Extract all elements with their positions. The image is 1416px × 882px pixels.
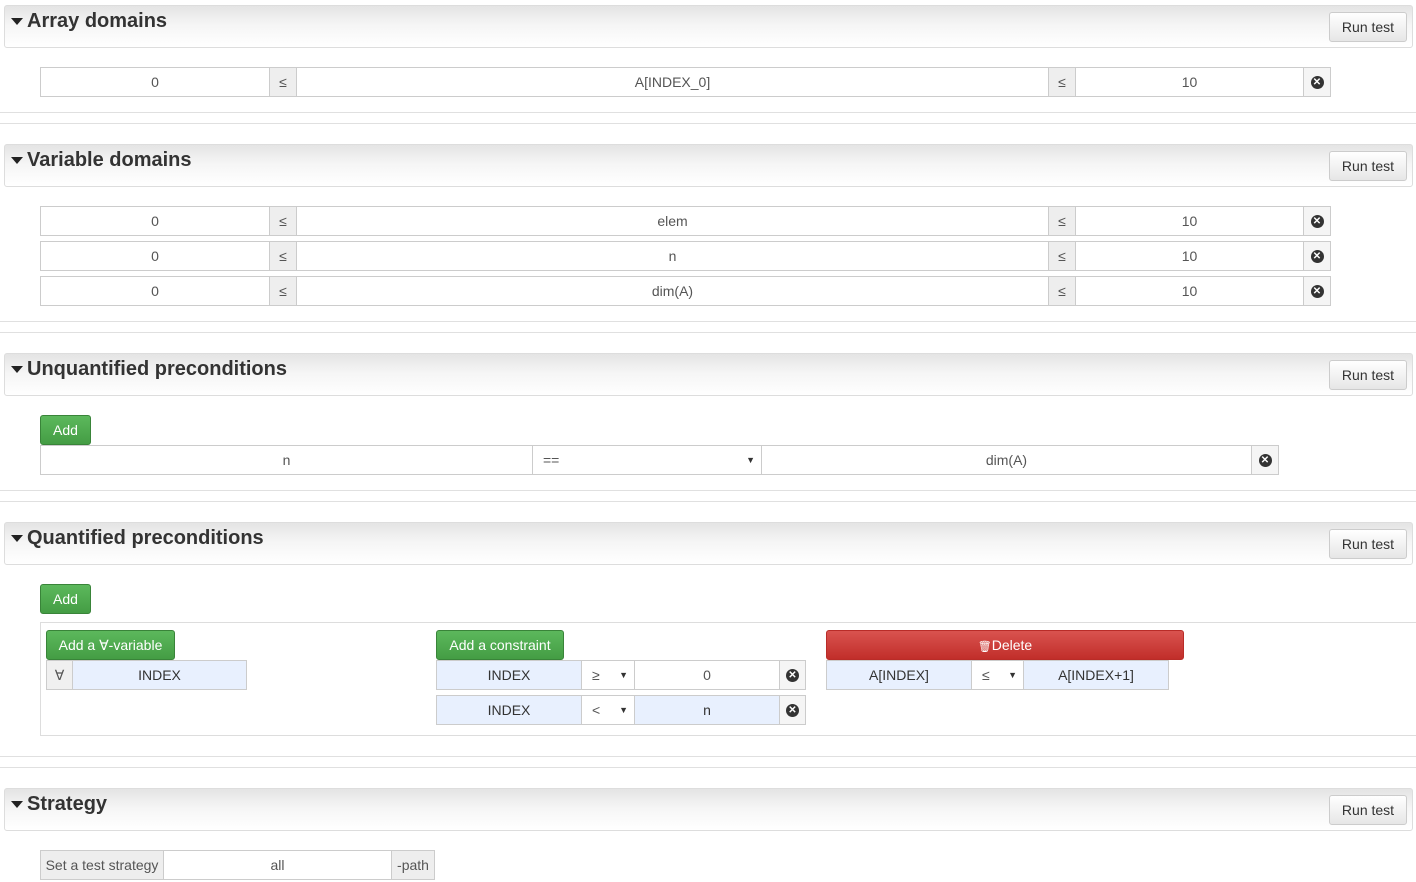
forall-addon: ∀ (46, 660, 73, 690)
remove-circle-icon: ✕ (1258, 453, 1272, 467)
remove-button[interactable]: ✕ (779, 660, 806, 690)
section-header-strategy[interactable]: Strategy Run test (4, 788, 1413, 831)
caret-down-icon[interactable] (11, 157, 23, 164)
add-constraint-button[interactable]: Add a constraint (436, 630, 564, 660)
remove-button[interactable]: ✕ (1251, 445, 1279, 475)
add-button[interactable]: Add (40, 415, 91, 445)
divider (0, 501, 1416, 502)
caret-down-icon[interactable] (11, 535, 23, 542)
expression-input[interactable]: elem (296, 206, 1049, 236)
section-title: Quantified preconditions (27, 527, 264, 549)
upper-bound-input[interactable]: 10 (1075, 241, 1304, 271)
strategy-suffix-addon: -path (391, 850, 435, 880)
divider (0, 123, 1416, 124)
upper-bound-input[interactable]: 10 (1075, 206, 1304, 236)
run-test-button[interactable]: Run test (1329, 529, 1407, 559)
trash-icon: 🗑 (977, 641, 992, 653)
forall-variable-input[interactable]: INDEX (72, 660, 247, 690)
operator-select[interactable]: == ▼ (532, 445, 762, 475)
divider (0, 321, 1416, 322)
body-right-input[interactable]: A[INDEX+1] (1023, 660, 1169, 690)
caret-down-icon[interactable] (11, 801, 23, 808)
leq-addon: ≤ (1048, 206, 1076, 236)
caret-down-icon[interactable] (11, 366, 23, 373)
chevron-down-icon: ▼ (619, 670, 628, 680)
chevron-down-icon: ▼ (1008, 670, 1017, 680)
remove-button[interactable]: ✕ (1303, 206, 1331, 236)
expression-input[interactable]: n (296, 241, 1049, 271)
upper-bound-input[interactable]: 10 (1075, 67, 1304, 97)
section-title: Array domains (27, 10, 168, 32)
expression-input[interactable]: A[INDEX_0] (296, 67, 1049, 97)
operator-value: ≤ (982, 667, 990, 683)
leq-addon: ≤ (269, 276, 297, 306)
constraint-variable-input[interactable]: INDEX (436, 660, 582, 690)
remove-circle-icon: ✕ (1310, 284, 1324, 298)
expression-input[interactable]: dim(A) (296, 276, 1049, 306)
section-title: Unquantified preconditions (27, 358, 287, 380)
strategy-input[interactable]: all (163, 850, 392, 880)
constraint-value-input[interactable]: n (634, 695, 780, 725)
leq-addon: ≤ (269, 241, 297, 271)
upper-bound-input[interactable]: 10 (1075, 276, 1304, 306)
leq-addon: ≤ (1048, 241, 1076, 271)
section-header-array-domains[interactable]: Array domains Run test (4, 5, 1413, 48)
body-left-input[interactable]: A[INDEX] (826, 660, 972, 690)
section-title: Variable domains (27, 149, 192, 171)
chevron-down-icon: ▼ (619, 705, 628, 715)
run-test-button[interactable]: Run test (1329, 360, 1407, 390)
add-button[interactable]: Add (40, 584, 91, 614)
right-expression-input[interactable]: dim(A) (761, 445, 1252, 475)
delete-button[interactable]: 🗑Delete (826, 630, 1184, 660)
leq-addon: ≤ (269, 206, 297, 236)
divider (0, 332, 1416, 333)
constraint-value-input[interactable]: 0 (634, 660, 780, 690)
lower-bound-input[interactable]: 0 (40, 276, 270, 306)
remove-button[interactable]: ✕ (1303, 67, 1331, 97)
leq-addon: ≤ (1048, 67, 1076, 97)
constraint-operator-select[interactable]: < ▼ (581, 695, 635, 725)
run-test-button[interactable]: Run test (1329, 151, 1407, 181)
remove-circle-icon: ✕ (1310, 249, 1324, 263)
divider (0, 490, 1416, 491)
lower-bound-input[interactable]: 0 (40, 206, 270, 236)
constraint-variable-input[interactable]: INDEX (436, 695, 582, 725)
strategy-label-addon: Set a test strategy (40, 850, 164, 880)
operator-value: ≥ (592, 667, 600, 683)
remove-circle-icon: ✕ (786, 703, 799, 717)
section-header-quantified-preconditions[interactable]: Quantified preconditions Run test (4, 522, 1413, 565)
remove-circle-icon: ✕ (786, 668, 799, 682)
section-title: Strategy (27, 793, 108, 815)
remove-button[interactable]: ✕ (1303, 241, 1331, 271)
leq-addon: ≤ (1048, 276, 1076, 306)
constraint-operator-select[interactable]: ≥ ▼ (581, 660, 635, 690)
leq-addon: ≤ (269, 67, 297, 97)
left-expression-input[interactable]: n (40, 445, 533, 475)
lower-bound-input[interactable]: 0 (40, 241, 270, 271)
section-header-unquantified-preconditions[interactable]: Unquantified preconditions Run test (4, 353, 1413, 396)
divider (0, 767, 1416, 768)
delete-label: Delete (991, 637, 1033, 653)
remove-circle-icon: ✕ (1310, 214, 1324, 228)
operator-value: < (592, 702, 601, 718)
remove-button[interactable]: ✕ (779, 695, 806, 725)
chevron-down-icon: ▼ (746, 455, 755, 465)
add-forall-variable-button[interactable]: Add a ∀-variable (46, 630, 175, 660)
divider (0, 756, 1416, 757)
body-operator-select[interactable]: ≤ ▼ (971, 660, 1024, 690)
caret-down-icon[interactable] (11, 18, 23, 25)
section-header-variable-domains[interactable]: Variable domains Run test (4, 144, 1413, 187)
operator-value: == (543, 452, 560, 468)
run-test-button[interactable]: Run test (1329, 12, 1407, 42)
remove-button[interactable]: ✕ (1303, 276, 1331, 306)
divider (0, 112, 1416, 113)
run-test-button[interactable]: Run test (1329, 795, 1407, 825)
remove-circle-icon: ✕ (1310, 75, 1324, 89)
lower-bound-input[interactable]: 0 (40, 67, 270, 97)
